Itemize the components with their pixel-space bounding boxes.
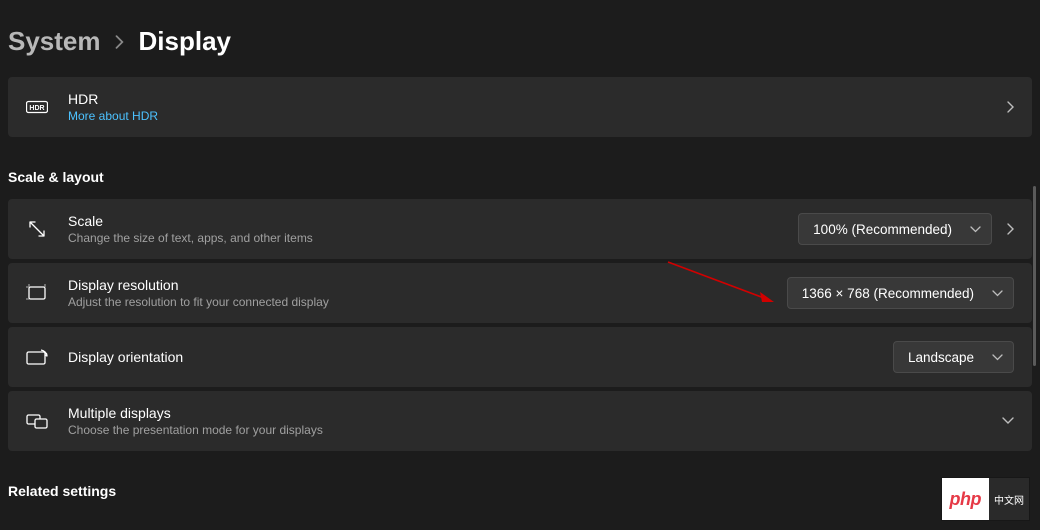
watermark-text: 中文网	[989, 478, 1029, 520]
hdr-icon: HDR	[26, 96, 48, 118]
chevron-down-icon	[1002, 417, 1014, 425]
chevron-right-icon	[1006, 223, 1014, 235]
orientation-text: Display orientation	[68, 349, 893, 365]
orientation-value: Landscape	[908, 350, 974, 365]
multiple-displays-sub: Choose the presentation mode for your di…	[68, 423, 988, 437]
scale-value: 100% (Recommended)	[813, 222, 952, 237]
orientation-dropdown[interactable]: Landscape	[893, 341, 1014, 373]
svg-text:HDR: HDR	[29, 105, 44, 112]
orientation-title: Display orientation	[68, 349, 893, 365]
multiple-displays-row[interactable]: Multiple displays Choose the presentatio…	[8, 391, 1032, 451]
scale-row[interactable]: Scale Change the size of text, apps, and…	[8, 199, 1032, 259]
resolution-title: Display resolution	[68, 277, 787, 293]
orientation-icon	[26, 346, 48, 368]
breadcrumb-parent[interactable]: System	[8, 26, 101, 57]
scale-title: Scale	[68, 213, 798, 229]
resolution-dropdown[interactable]: 1366 × 768 (Recommended)	[787, 277, 1014, 309]
scale-dropdown[interactable]: 100% (Recommended)	[798, 213, 992, 245]
chevron-down-icon	[970, 226, 981, 233]
resolution-sub: Adjust the resolution to fit your connec…	[68, 295, 787, 309]
orientation-row[interactable]: Display orientation Landscape	[8, 327, 1032, 387]
chevron-right-icon	[1006, 101, 1014, 113]
section-related: Related settings	[8, 455, 1032, 513]
hdr-row[interactable]: HDR HDR More about HDR	[8, 77, 1032, 137]
scale-sub: Change the size of text, apps, and other…	[68, 231, 798, 245]
hdr-more-link[interactable]: More about HDR	[68, 109, 992, 123]
breadcrumb: System Display	[0, 0, 1040, 77]
resolution-row[interactable]: Display resolution Adjust the resolution…	[8, 263, 1032, 323]
scrollbar[interactable]	[1033, 186, 1036, 366]
chevron-down-icon	[992, 290, 1003, 297]
multiple-displays-title: Multiple displays	[68, 405, 988, 421]
multiple-displays-text: Multiple displays Choose the presentatio…	[68, 405, 988, 437]
resolution-icon	[26, 282, 48, 304]
hdr-text: HDR More about HDR	[68, 91, 992, 123]
scale-text: Scale Change the size of text, apps, and…	[68, 213, 798, 245]
chevron-down-icon	[992, 354, 1003, 361]
chevron-right-icon	[115, 35, 125, 49]
resolution-value: 1366 × 768 (Recommended)	[802, 286, 974, 301]
watermark-logo: php	[942, 478, 990, 520]
multiple-displays-icon	[26, 410, 48, 432]
resolution-text: Display resolution Adjust the resolution…	[68, 277, 787, 309]
hdr-title: HDR	[68, 91, 992, 107]
section-scale-layout: Scale & layout	[8, 141, 1032, 199]
watermark: php 中文网	[942, 478, 1030, 520]
breadcrumb-current: Display	[139, 26, 232, 57]
scale-icon	[26, 218, 48, 240]
